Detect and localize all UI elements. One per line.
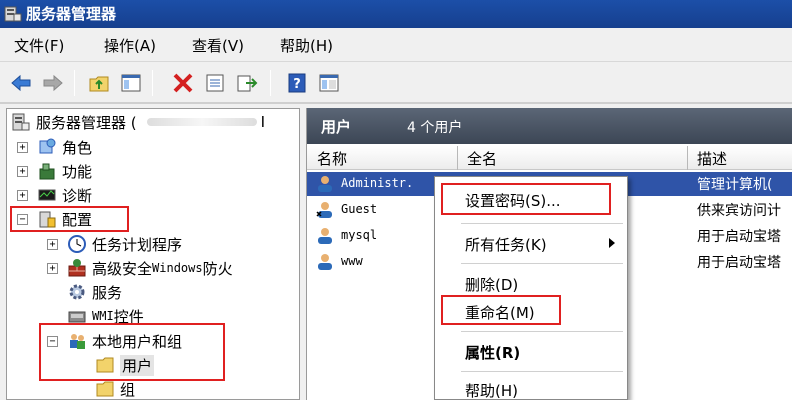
menu-item-label: 帮助(H) [465,382,518,400]
show-hide-tree-button[interactable] [118,70,144,96]
tree-item-roles[interactable]: 角色 [37,136,92,158]
view-icon [319,74,339,92]
tree-item-server-manager[interactable]: 服务器管理器 ( I [11,111,265,133]
roles-icon [39,138,56,154]
tree-item-label-mono: WMI [92,309,114,323]
user-description: 用于启动宝塔 [697,229,781,245]
menu-action[interactable]: 操作(A) [104,35,156,56]
highlight-box-set-password [441,183,611,215]
tree-item-label-suffix: 防火 [202,259,233,278]
column-header-description[interactable]: 描述 [697,148,727,169]
column-header-fullname[interactable]: 全名 [467,148,497,169]
results-title: 用户 [321,118,352,136]
user-name: Administr. [341,176,414,190]
tree-item-label: 功能 [62,162,93,181]
user-icon [316,202,332,218]
tree-item-label: 角色 [62,138,93,157]
tree-item-firewall[interactable]: 高级安全 Windows 防火 [67,257,233,279]
tree-item-diagnostics[interactable]: 诊断 [37,184,92,206]
back-arrow-icon [11,74,31,92]
tree-item-features[interactable]: 功能 [37,160,92,182]
export-icon [237,75,258,92]
console-tree: 服务器管理器 ( I + 角色 + 功能 + 诊断 − 配置 + 任务计划程序 … [6,108,300,400]
folder-icon [96,381,114,397]
toolbar: ? [0,62,792,104]
menu-item-label: 删除(D) [465,276,519,294]
highlight-box-rename [441,295,561,325]
highlight-box-local-users [39,323,225,381]
tree-item-services[interactable]: 服务 [67,281,122,303]
menu-file[interactable]: 文件(F) [14,35,64,56]
show-hide-tree-icon [121,74,141,92]
menu-item-label: 属性(R) [465,344,521,362]
redacted-server-name [146,118,257,126]
forward-arrow-icon [43,74,63,92]
delete-button[interactable] [170,70,196,96]
expand-toggle[interactable]: + [47,239,58,250]
features-icon [39,163,55,180]
forward-button[interactable] [40,70,66,96]
menu-item-all-tasks[interactable]: 所有任务(K) [435,229,627,257]
tree-item-label: 服务器管理器 ( [36,113,137,132]
expand-toggle[interactable]: + [17,142,28,153]
diagnostics-icon [38,189,56,201]
menu-item-help[interactable]: 帮助(H) [435,375,627,400]
up-folder-icon [89,76,109,92]
user-icon [318,254,332,270]
results-header: 用户 4 个用户 [307,108,792,144]
user-name: Guest [341,202,378,216]
submenu-arrow-icon [609,238,615,248]
server-manager-icon [4,6,22,22]
user-icon [318,228,332,244]
view-button[interactable] [316,70,342,96]
user-name: www [341,254,363,268]
delete-icon [173,73,193,93]
menu-view[interactable]: 查看(V) [192,35,244,56]
tree-item-groups[interactable]: 组 [95,378,136,399]
menu-item-delete[interactable]: 删除(D) [435,269,627,297]
window-title: 服务器管理器 [26,5,117,23]
column-header-name[interactable]: 名称 [317,148,347,169]
highlight-box-configuration [10,206,129,232]
tree-item-label-mono: Windows [152,261,203,275]
tree-item-label: 服务 [92,283,123,302]
menu-help[interactable]: 帮助(H) [280,35,333,56]
help-button[interactable]: ? [284,70,310,96]
gear-icon [69,284,85,300]
tree-item-label-suffix: I [260,113,266,131]
export-button[interactable] [234,70,260,96]
title-bar: 服务器管理器 [0,0,792,28]
properties-icon [206,74,224,92]
up-folder-button[interactable] [86,70,112,96]
user-description: 管理计算机( [697,177,773,193]
expand-toggle[interactable]: + [47,263,58,274]
properties-button[interactable] [202,70,228,96]
server-manager-icon [12,113,30,131]
back-button[interactable] [8,70,34,96]
context-menu: 设置密码(S)... 所有任务(K) 删除(D) 重命名(M) 属性(R) 帮助… [434,176,628,400]
menu-bar: 文件(F) 操作(A) 查看(V) 帮助(H) [0,28,792,62]
svg-text:?: ? [293,77,301,92]
menu-item-label: 所有任务(K) [465,236,547,254]
user-icon [318,176,332,192]
tree-item-label: 高级安全 [92,259,153,278]
results-count: 4 个用户 [407,120,463,136]
column-headers: 名称 全名 描述 [307,146,792,170]
expand-toggle[interactable]: + [17,190,28,201]
user-name: mysql [341,228,378,242]
menu-item-properties[interactable]: 属性(R) [435,337,627,365]
tree-item-label: 组 [120,380,136,399]
tree-item-label: 任务计划程序 [92,235,183,254]
tree-item-task-scheduler[interactable]: 任务计划程序 [67,233,182,255]
expand-toggle[interactable]: + [17,166,28,177]
tree-item-label: 诊断 [62,186,93,205]
user-description: 供来宾访问计 [697,203,781,219]
clock-icon [68,235,86,253]
firewall-icon [68,259,86,277]
user-description: 用于启动宝塔 [697,255,781,271]
help-icon: ? [288,73,306,93]
